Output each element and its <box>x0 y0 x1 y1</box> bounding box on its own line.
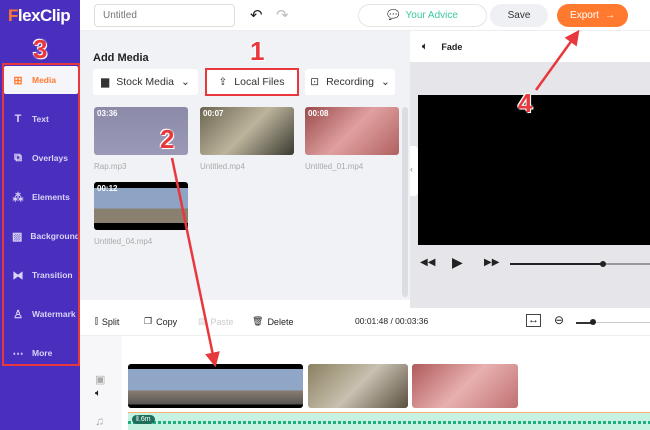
arrow-2 <box>170 157 220 368</box>
annotation-arrows <box>170 29 580 368</box>
arrow-4 <box>534 29 580 91</box>
